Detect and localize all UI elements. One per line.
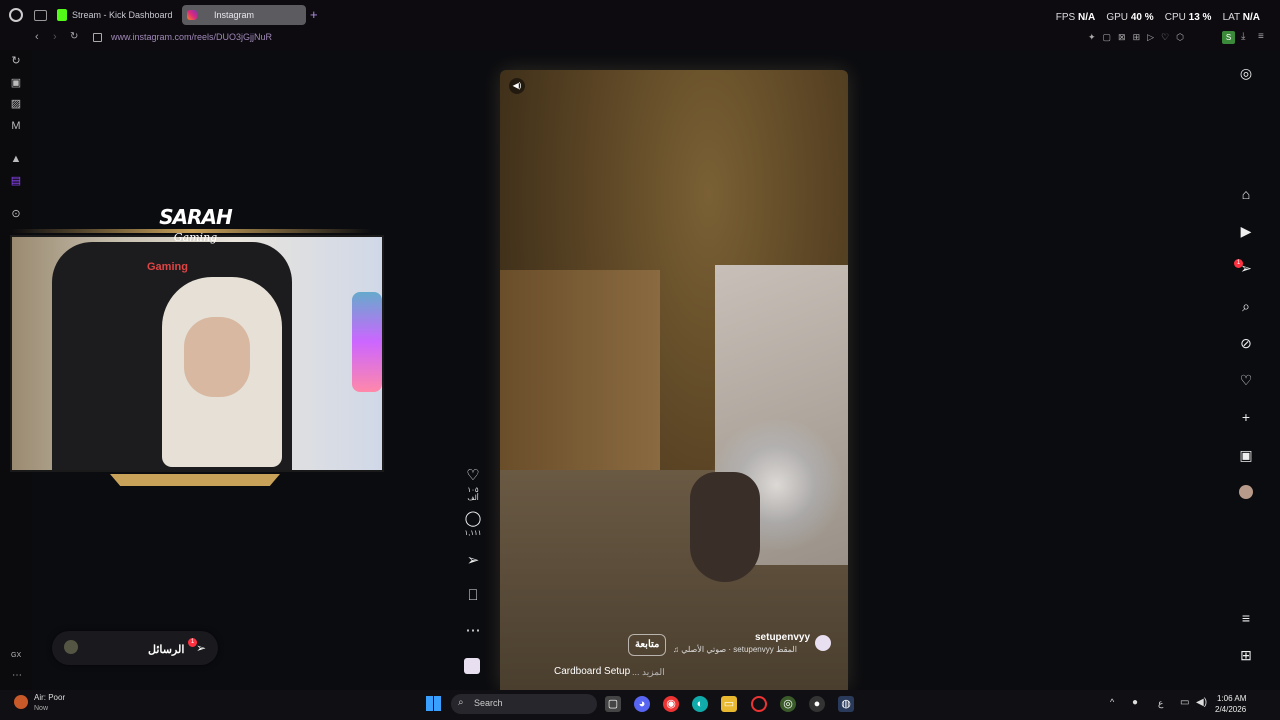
windows-start-icon[interactable] bbox=[426, 696, 441, 711]
gx-label[interactable]: GX bbox=[11, 652, 21, 659]
sarah-logo-sub: Gaming bbox=[173, 231, 218, 244]
opera-gx-icon[interactable] bbox=[751, 696, 767, 712]
ellipsis-icon: ⋯ bbox=[465, 622, 481, 639]
reel-caption: Cardboard Setup bbox=[554, 666, 631, 677]
task-view-icon[interactable]: ▢ bbox=[605, 696, 621, 712]
weather-time: Now bbox=[34, 705, 49, 712]
streamer-face bbox=[184, 317, 250, 397]
tray-chevron-icon[interactable]: ^ bbox=[1110, 697, 1114, 707]
tab-label: Instagram bbox=[214, 10, 255, 20]
gx-corner-icon[interactable]: M bbox=[9, 119, 23, 133]
tab-label: Stream - Kick Dashboard bbox=[72, 10, 173, 20]
search-label: Search bbox=[474, 698, 503, 708]
clock-date[interactable]: 2/4/2026 bbox=[1215, 705, 1246, 714]
comment-icon: ◯ bbox=[464, 510, 482, 527]
instagram-tab-icon bbox=[187, 10, 197, 20]
profile-icon[interactable]: S bbox=[1222, 31, 1235, 44]
microphone-icon[interactable]: ● bbox=[1132, 697, 1138, 708]
webcam-frame-base bbox=[110, 474, 280, 486]
language-indicator[interactable]: ع bbox=[1158, 698, 1163, 709]
create-icon[interactable]: + bbox=[1237, 408, 1255, 426]
kick-sidebar-icon[interactable]: ▲ bbox=[9, 152, 23, 166]
share-button[interactable]: ➢ bbox=[463, 552, 483, 570]
workspace-icon[interactable] bbox=[34, 10, 47, 21]
steam-icon[interactable]: ◍ bbox=[838, 696, 854, 712]
search-icon[interactable]: ⌕ bbox=[1237, 297, 1255, 315]
chair-brand: Gaming bbox=[147, 261, 188, 273]
more-options-button[interactable]: ⋯ bbox=[463, 622, 483, 640]
forward-icon[interactable]: › bbox=[53, 31, 57, 43]
network-icon[interactable]: ▭ bbox=[1180, 697, 1189, 708]
notifications-icon[interactable]: ♡ bbox=[1237, 371, 1255, 389]
send-icon: ➢ bbox=[196, 641, 207, 655]
menu-icon[interactable]: ≡ bbox=[1258, 31, 1264, 42]
weather-icon[interactable] bbox=[14, 695, 28, 709]
more-menu-icon[interactable]: ≡ bbox=[1237, 609, 1255, 627]
notification-badge: 1 bbox=[1234, 259, 1243, 268]
audio-label[interactable]: ♫ صوتي الأصلي · setupenvyy المقط bbox=[673, 645, 797, 654]
download-icon[interactable]: ⤓ bbox=[1241, 31, 1245, 42]
messages-badge: 1 bbox=[188, 638, 197, 647]
reel-username[interactable]: setupenvyy bbox=[755, 632, 810, 643]
performance-stats: FPS N/A GPU 40 % CPU 13 % LAT N/A bbox=[1055, 12, 1260, 23]
comment-button[interactable]: ◯ ١,١١١ bbox=[463, 510, 483, 537]
lock-icon bbox=[93, 33, 102, 42]
clock-time[interactable]: 1:06 AM bbox=[1217, 694, 1246, 703]
history-icon[interactable]: ↻ bbox=[9, 54, 23, 68]
home-icon[interactable]: ⌂ bbox=[1237, 185, 1255, 203]
webcam-overlay: Gaming bbox=[10, 235, 384, 472]
sound-icon[interactable]: ◀) bbox=[509, 78, 525, 94]
heart-icon: ♡ bbox=[466, 467, 480, 484]
kick-icon bbox=[57, 9, 67, 21]
sarah-logo: SARAH bbox=[159, 205, 233, 229]
explore-icon[interactable]: ⊘ bbox=[1237, 334, 1255, 352]
search-icon: ⌕ bbox=[458, 697, 464, 708]
reels-icon[interactable]: ▶ bbox=[1237, 222, 1255, 240]
more-icon[interactable]: ⋯ bbox=[12, 670, 22, 681]
rgb-microphone bbox=[352, 292, 382, 392]
also-from-meta-icon[interactable]: ⊞ bbox=[1237, 646, 1255, 664]
like-button[interactable]: ♡ ١٠٥ ألف bbox=[463, 467, 483, 502]
audio-thumbnail[interactable] bbox=[464, 658, 480, 674]
cardboard-cup bbox=[690, 472, 760, 582]
messages-label: الرسائل bbox=[148, 644, 185, 656]
new-tab-button[interactable]: + bbox=[310, 7, 318, 22]
instagram-logo-icon[interactable]: ◎ bbox=[1237, 64, 1255, 82]
chrome-icon[interactable]: ◉ bbox=[663, 696, 679, 712]
author-avatar[interactable] bbox=[815, 635, 831, 651]
dashboard-icon[interactable]: ▣ bbox=[1237, 446, 1255, 464]
player-icon[interactable]: ⊙ bbox=[9, 207, 23, 221]
save-button[interactable]: ⎕ bbox=[463, 587, 483, 605]
app-icon[interactable]: ◎ bbox=[780, 696, 796, 712]
profile-avatar[interactable] bbox=[1239, 485, 1253, 499]
caption-more-link[interactable]: ... المزيد bbox=[632, 667, 665, 678]
send-icon: ➢ bbox=[466, 552, 480, 569]
likes-count: ١٠٥ ألف bbox=[467, 487, 479, 502]
mods-icon[interactable]: ▨ bbox=[9, 97, 23, 111]
follow-button[interactable]: متابعة bbox=[628, 634, 667, 656]
extensions-toolbar[interactable]: ✦▢⊠⊞▷♡⬡ bbox=[1088, 32, 1191, 43]
messages-avatar bbox=[64, 640, 78, 654]
file-explorer-icon[interactable]: ▭ bbox=[721, 696, 737, 712]
volume-icon[interactable]: ◀) bbox=[1196, 697, 1207, 708]
twitch-icon[interactable]: ▤ bbox=[9, 174, 23, 188]
opera-logo-icon[interactable] bbox=[9, 8, 23, 22]
tab-instagram[interactable]: Instagram bbox=[182, 5, 306, 25]
comments-count: ١,١١١ bbox=[464, 530, 482, 537]
tab-kick-dashboard[interactable]: Stream - Kick Dashboard bbox=[52, 5, 177, 25]
taskbar-search[interactable] bbox=[451, 694, 597, 714]
obs-icon[interactable]: ● bbox=[809, 696, 825, 712]
weather-status[interactable]: Air: Poor bbox=[34, 693, 65, 702]
discord-icon[interactable]: ◕ bbox=[634, 696, 650, 712]
bookmark-icon: ⎕ bbox=[468, 587, 478, 604]
edge-icon[interactable]: ◐ bbox=[692, 696, 708, 712]
reload-icon[interactable]: ↻ bbox=[70, 31, 78, 42]
wallet-icon[interactable]: ▣ bbox=[9, 76, 23, 90]
back-icon[interactable]: ‹ bbox=[35, 31, 39, 43]
url-input[interactable]: www.instagram.com/reels/DUO3jGjjNuR bbox=[111, 32, 272, 42]
